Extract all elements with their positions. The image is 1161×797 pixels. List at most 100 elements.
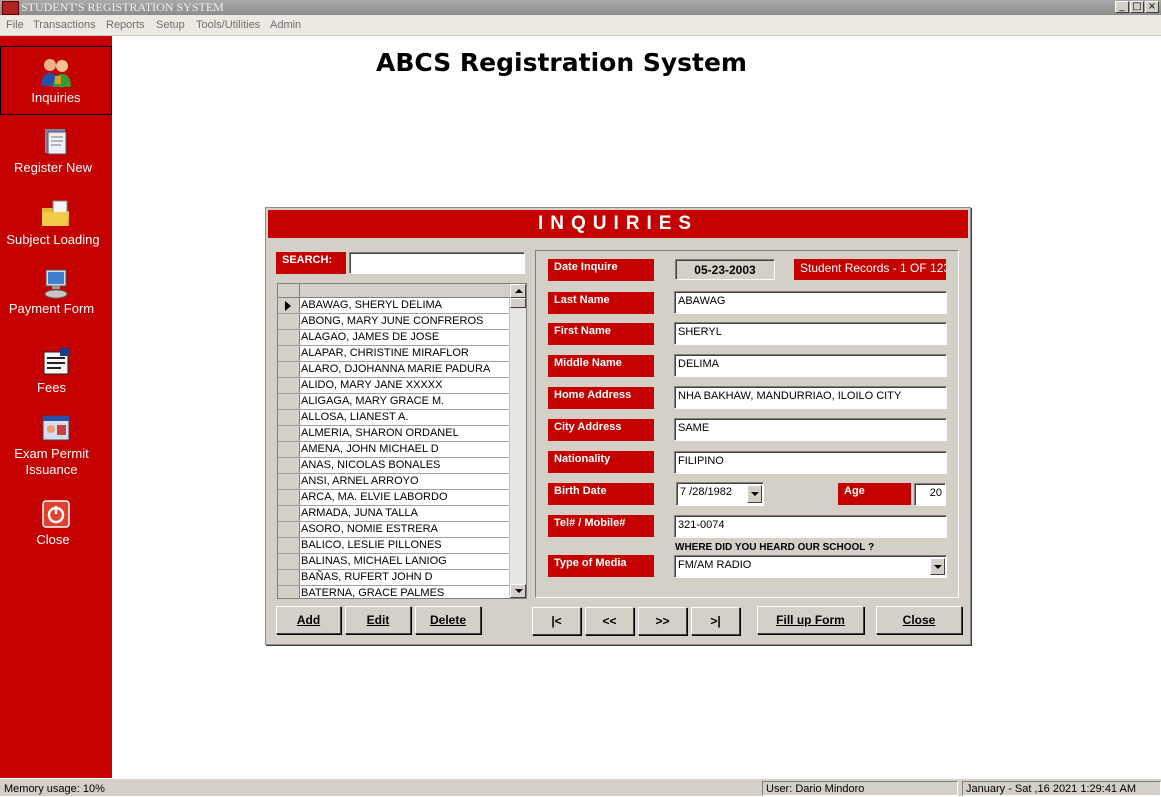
tel-mobile-field[interactable]: 321-0074 [674,515,947,538]
sidebar-item-register-new[interactable]: Register New [0,126,112,176]
age-label: Age [838,483,911,505]
table-row[interactable]: BALICO, LESLIE PILLONES [278,538,511,554]
type-of-media-select[interactable]: FM/AM RADIO [674,555,947,578]
first-name-label: First Name [548,323,654,345]
date-inquire-label: Date Inquire [548,259,654,281]
delete-button[interactable]: Delete [415,606,481,634]
sidebar-item-label: Exam Permit Issuance [14,446,89,477]
student-name: BATERNA, GRACE PALMES [301,587,445,599]
grid-rows: ABAWAG, SHERYL DELIMA ABONG, MARY JUNE CO… [278,298,511,599]
grid-scrollbar[interactable] [509,284,526,598]
menu-setup[interactable]: Setup [156,19,185,31]
table-row[interactable]: ALIGAGA, MARY GRACE M. [278,394,511,410]
edit-button[interactable]: Edit [345,606,411,634]
last-name-field[interactable]: ABAWAG [674,291,947,314]
student-name: ALAPAR, CHRISTINE MIRAFLOR [301,347,469,359]
previous-record-button[interactable]: << [585,607,634,635]
first-record-button[interactable]: |< [532,607,581,635]
row-indicator [278,522,300,537]
table-row[interactable]: ABONG, MARY JUNE CONFREROS [278,314,511,330]
register-icon [45,129,67,155]
media-dropdown-button[interactable] [930,558,945,575]
student-name: ALAGAO, JAMES DE JOSE [301,331,440,343]
sidebar-item-label: Close [36,532,70,547]
table-row[interactable]: ASORO, NOMIE ESTRERA [278,522,511,538]
sidebar-item-label: Inquiries [31,90,81,105]
birth-date-dropdown-button[interactable] [747,485,762,503]
row-indicator [278,410,300,425]
app-icon [2,1,19,15]
sidebar-item-exam-permit-issuance[interactable]: Exam Permit Issuance [0,412,112,478]
first-name-field[interactable]: SHERYL [674,322,947,345]
row-indicator [278,538,300,553]
table-row[interactable]: ANAS, NICOLAS BONALES [278,458,511,474]
city-address-field[interactable]: SAME [674,418,947,441]
student-name: ARCA, MA. ELVIE LABORDO [301,491,448,503]
search-input[interactable] [349,252,525,274]
sidebar-item-label: Fees [37,380,66,395]
grid-header [278,284,511,298]
middle-name-field[interactable]: DELIMA [674,354,947,377]
close-window-button[interactable]: × [1145,1,1159,13]
sidebar-item-payment-form[interactable]: Payment Form [0,267,112,317]
add-button[interactable]: Add [276,606,341,634]
student-name: ALIGAGA, MARY GRACE M. [301,395,445,407]
row-indicator [278,442,300,457]
table-row[interactable]: ALAPAR, CHRISTINE MIRAFLOR [278,346,511,362]
sidebar-item-close[interactable]: Close [0,498,112,548]
close-dialog-button[interactable]: Close [876,606,962,634]
minimize-button[interactable]: _ [1115,1,1129,13]
scroll-thumb[interactable] [510,298,526,308]
table-row[interactable]: ARCA, MA. ELVIE LABORDO [278,490,511,506]
menu-bar: File Transactions Reports Setup Tools/Ut… [0,15,1161,36]
student-name: ANSI, ARNEL ARROYO [301,475,419,487]
student-name: BALICO, LESLIE PILLONES [301,539,442,551]
last-record-button[interactable]: >| [691,607,740,635]
row-indicator [278,378,300,393]
row-indicator [278,346,300,361]
scroll-down-button[interactable] [510,584,526,598]
table-row[interactable]: ALMERIA, SHARON ORDANEL [278,426,511,442]
window-controls: _ □ × [1115,1,1159,13]
table-row[interactable]: ALIDO, MARY JANE XXXXX [278,378,511,394]
table-row[interactable]: ALAGAO, JAMES DE JOSE [278,330,511,346]
sidebar-item-label: Register New [13,160,93,175]
fill-up-form-button[interactable]: Fill up Form [757,606,864,634]
users-icon [41,59,71,87]
menu-reports[interactable]: Reports [106,19,145,31]
window-title: STUDENT'S REGISTRATION SYSTEM [21,0,224,14]
sidebar-item-subject-loading[interactable]: Subject Loading [0,198,112,248]
menu-admin[interactable]: Admin [270,19,301,31]
sidebar-item-fees[interactable]: Fees [0,346,112,396]
sidebar: Inquiries Register New Subject Loading P… [0,36,112,778]
table-row[interactable]: ABAWAG, SHERYL DELIMA [278,298,511,314]
student-name: ALIDO, MARY JANE XXXXX [301,379,443,391]
row-indicator [278,490,300,505]
menu-transactions[interactable]: Transactions [33,19,96,31]
menu-tools-utilities[interactable]: Tools/Utilities [196,19,260,31]
maximize-button[interactable]: □ [1130,1,1144,13]
menu-file[interactable]: File [6,19,24,31]
tel-mobile-label: Tel# / Mobile# [548,515,654,537]
current-datetime: January - Sat ,16 2021 1:29:41 AM [962,781,1161,796]
type-of-media-value: FM/AM RADIO [678,559,752,571]
fees-icon [43,348,70,375]
home-address-field[interactable]: NHA BAKHAW, MANDURRIAO, ILOILO CITY [674,386,947,409]
table-row[interactable]: ARMADA, JUNA TALLA [278,506,511,522]
table-row[interactable]: ALLOSA, LIANEST A. [278,410,511,426]
table-row[interactable]: ALARO, DJOHANNA MARIE PADURA [278,362,511,378]
table-row[interactable]: ANSI, ARNEL ARROYO [278,474,511,490]
table-row[interactable]: BALINAS, MICHAEL LANIOG [278,554,511,570]
scroll-up-button[interactable] [510,284,526,298]
row-indicator [278,330,300,345]
row-indicator [278,458,300,473]
table-row[interactable]: BAÑAS, RUFERT JOHN D [278,570,511,586]
table-row[interactable]: AMENA, JOHN MICHAEL D [278,442,511,458]
next-record-button[interactable]: >> [638,607,687,635]
row-indicator [278,474,300,489]
nationality-field[interactable]: FILIPINO [674,451,947,474]
sidebar-item-inquiries[interactable]: Inquiries [0,46,112,115]
table-row[interactable]: BATERNA, GRACE PALMES [278,586,511,599]
age-field[interactable]: 20 [914,483,946,506]
birth-date-picker[interactable]: 7 /28/1982 [676,482,764,506]
